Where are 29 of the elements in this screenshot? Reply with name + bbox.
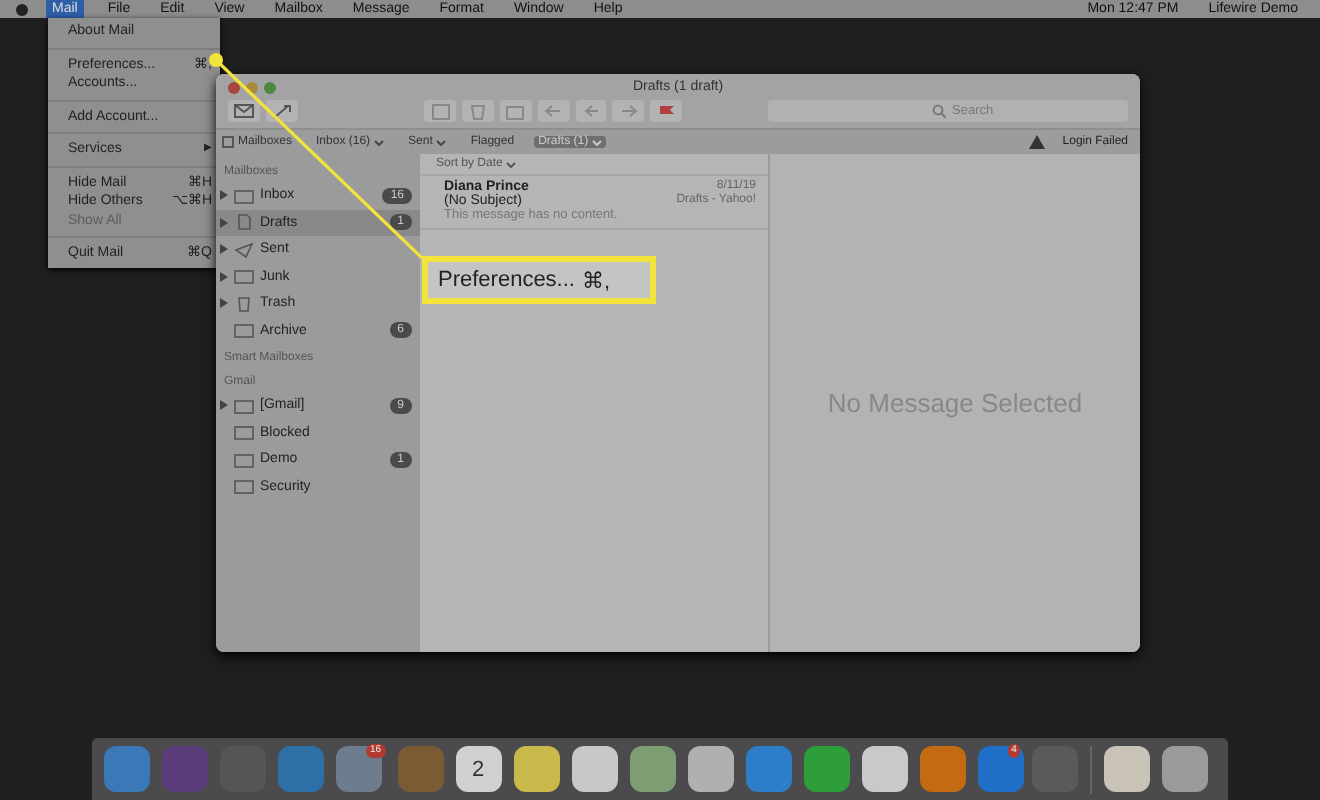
- caret-icon: [374, 139, 385, 145]
- disclosure-triangle-icon[interactable]: [220, 298, 228, 309]
- sidebar-toggle-icon: [222, 136, 234, 148]
- callout-shortcut: ⌘,: [581, 267, 610, 293]
- paper-plane-icon: [234, 241, 254, 258]
- caret-icon: [592, 139, 603, 145]
- reply-all-icon[interactable]: [575, 100, 607, 122]
- zoom-button[interactable]: [264, 81, 276, 93]
- caret-icon: [506, 161, 517, 167]
- compose-icon[interactable]: [265, 100, 298, 122]
- callout-label: Preferences...: [438, 268, 575, 292]
- flag-icon[interactable]: [650, 100, 682, 122]
- calendar-icon[interactable]: 2: [455, 746, 502, 792]
- trash-icon[interactable]: [462, 100, 494, 122]
- close-button[interactable]: [228, 81, 240, 93]
- disclosure-triangle-icon[interactable]: [220, 244, 228, 255]
- trash-icon: [234, 295, 254, 312]
- caret-icon: [436, 139, 447, 145]
- disclosure-triangle-icon[interactable]: [220, 217, 228, 228]
- reply-icon[interactable]: [537, 100, 570, 122]
- forward-icon[interactable]: [612, 100, 645, 122]
- document-icon: [234, 214, 254, 231]
- disclosure-triangle-icon[interactable]: [220, 190, 228, 201]
- disclosure-triangle-icon[interactable]: [220, 400, 228, 411]
- warning-icon: [1028, 134, 1047, 150]
- envelope-icon[interactable]: [228, 100, 260, 122]
- apple-icon[interactable]: [16, 3, 28, 15]
- search-icon: [932, 104, 946, 118]
- disclosure-triangle-icon[interactable]: [220, 271, 228, 282]
